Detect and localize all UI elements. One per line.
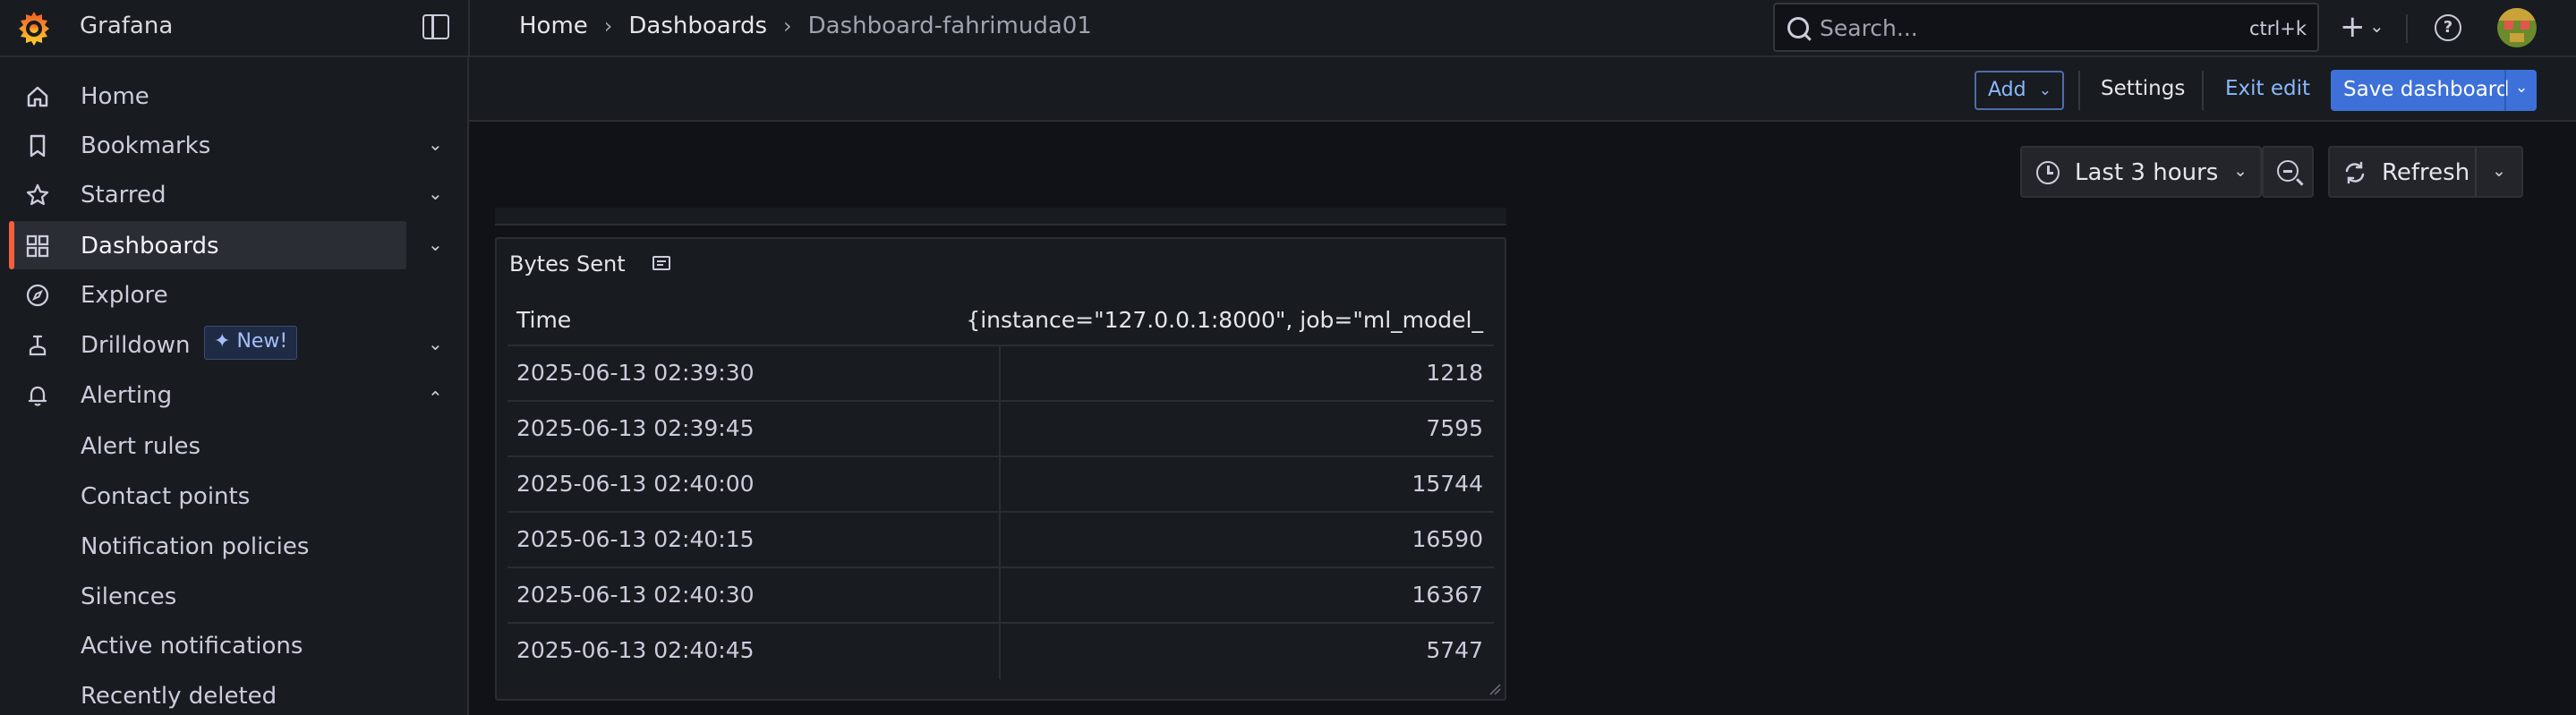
sidebar-item-starred[interactable]: Starred ⌄ xyxy=(0,170,468,218)
save-dashboard-button[interactable]: Save dashboard ⌄ xyxy=(2331,70,2537,111)
chevron-down-icon[interactable]: ⌄ xyxy=(428,234,443,255)
avatar[interactable] xyxy=(2497,8,2537,47)
sidebar-subitem-active-notifications[interactable]: Active notifications xyxy=(81,633,303,660)
table-row: 2025-06-13 02:39:30 1218 xyxy=(508,346,1494,402)
chevron-down-icon[interactable]: ⌄ xyxy=(428,183,443,204)
top-bar: Grafana Home › Dashboards › Dashboard-fa… xyxy=(0,0,2576,57)
app-title: Grafana xyxy=(80,13,174,39)
panel-bytes-sent[interactable]: Bytes Sent Time {instance="127.0.0.1:800… xyxy=(495,237,1506,701)
sidebar-item-explore[interactable]: Explore xyxy=(0,270,468,319)
search-bar[interactable]: Search... ctrl+k xyxy=(1773,3,2319,52)
bell-icon xyxy=(28,386,47,406)
panel-title[interactable]: Bytes Sent xyxy=(509,251,626,277)
sidebar-subitem-silences[interactable]: Silences xyxy=(81,583,176,610)
refresh-button[interactable]: Refresh ⌄ xyxy=(2328,146,2523,198)
chevron-down-icon: ⌄ xyxy=(2233,161,2248,181)
zoom-out-button[interactable] xyxy=(2262,146,2314,198)
table-row: 2025-06-13 02:40:30 16367 xyxy=(508,568,1494,624)
sidebar-item-dashboards[interactable]: Dashboards ⌄ xyxy=(0,221,468,269)
chevron-right-icon: › xyxy=(603,13,613,38)
breadcrumb-home[interactable]: Home xyxy=(519,13,588,39)
search-placeholder: Search... xyxy=(1820,15,1918,41)
compass-icon xyxy=(26,284,49,307)
sidebar-item-bookmarks[interactable]: Bookmarks ⌄ xyxy=(0,121,468,169)
divider xyxy=(2406,14,2408,43)
chevron-down-icon[interactable]: ⌄ xyxy=(428,133,443,155)
column-header-value[interactable]: {instance="127.0.0.1:8000", job="ml_mode… xyxy=(966,300,1483,345)
sidebar-item-home[interactable]: Home xyxy=(0,72,468,120)
sidebar-subitem-contact-points[interactable]: Contact points xyxy=(81,483,250,510)
chevron-down-icon[interactable]: ⌄ xyxy=(2369,15,2384,37)
sidebar-subitem-recently-deleted[interactable]: Recently deleted xyxy=(81,683,277,710)
column-header-time[interactable]: Time xyxy=(516,300,571,345)
sidebar-item-label: Bookmarks xyxy=(81,132,211,159)
bookmark-icon xyxy=(30,134,46,157)
add-button[interactable]: Add ⌄ xyxy=(1975,71,2064,110)
help-icon[interactable]: ? xyxy=(2435,14,2461,41)
chevron-up-icon[interactable]: ⌄ xyxy=(428,387,443,408)
chevron-down-icon[interactable]: ⌄ xyxy=(428,333,443,354)
chevron-down-icon[interactable]: ⌄ xyxy=(2492,161,2506,181)
sidebar-item-label: Home xyxy=(81,83,149,110)
sidebar-subitem-notification-policies[interactable]: Notification policies xyxy=(81,533,309,560)
panel-info-icon[interactable] xyxy=(652,255,671,271)
sidebar-item-label: Explore xyxy=(81,282,168,309)
grafana-logo-icon[interactable] xyxy=(14,9,54,48)
new-plus-button[interactable]: + xyxy=(2340,9,2366,45)
divider xyxy=(2504,70,2506,111)
zoom-out-icon xyxy=(2277,160,2299,182)
sidebar-item-alerting[interactable]: Alerting ⌄ xyxy=(0,370,468,419)
panel-above-edge xyxy=(495,208,1506,226)
resize-handle-icon[interactable] xyxy=(1488,683,1501,695)
star-icon xyxy=(26,183,49,206)
chevron-down-icon[interactable]: ⌄ xyxy=(2515,79,2528,97)
table-row: 2025-06-13 02:40:15 16590 xyxy=(508,513,1494,568)
clock-icon xyxy=(2036,161,2060,184)
table-row: 2025-06-13 02:39:45 7595 xyxy=(508,402,1494,457)
divider xyxy=(2078,71,2080,110)
search-icon xyxy=(1787,17,1809,38)
drilldown-icon xyxy=(29,335,47,356)
new-badge: ✦ New! xyxy=(204,326,298,360)
home-icon xyxy=(27,86,48,107)
table-row: 2025-06-13 02:40:45 5747 xyxy=(516,637,1483,663)
breadcrumb-dashboards[interactable]: Dashboards xyxy=(628,13,767,39)
chevron-down-icon: ⌄ xyxy=(2038,81,2051,99)
sidebar: Home Bookmarks ⌄ Starred ⌄ Dashboards ⌄ … xyxy=(0,57,469,715)
time-range-picker[interactable]: Last 3 hours ⌄ xyxy=(2020,146,2262,198)
sidebar-item-drilldown[interactable]: Drilldown ✦ New! ⌄ xyxy=(0,320,468,369)
table-row: 2025-06-13 02:40:00 15744 xyxy=(508,457,1494,513)
sidebar-item-label: Alerting xyxy=(81,382,173,409)
dock-menu-button[interactable] xyxy=(422,14,449,39)
refresh-icon xyxy=(2345,161,2365,184)
divider xyxy=(468,0,470,57)
divider xyxy=(2202,71,2204,110)
sidebar-item-label: Dashboards xyxy=(81,233,219,260)
settings-button[interactable]: Settings xyxy=(2101,77,2185,100)
sidebar-item-label: Starred xyxy=(81,182,166,209)
divider xyxy=(2475,148,2477,196)
active-indicator xyxy=(9,221,14,269)
breadcrumb: Home › Dashboards › Dashboard-fahrimuda0… xyxy=(519,13,1092,39)
apps-icon xyxy=(26,234,49,258)
breadcrumb-current: Dashboard-fahrimuda01 xyxy=(807,13,1092,39)
exit-edit-button[interactable]: Exit edit xyxy=(2225,77,2310,100)
chevron-right-icon: › xyxy=(783,13,792,38)
search-shortcut: ctrl+k xyxy=(2248,18,2307,39)
sidebar-item-label: Drilldown xyxy=(81,332,191,359)
sidebar-subitem-alert-rules[interactable]: Alert rules xyxy=(81,433,200,460)
